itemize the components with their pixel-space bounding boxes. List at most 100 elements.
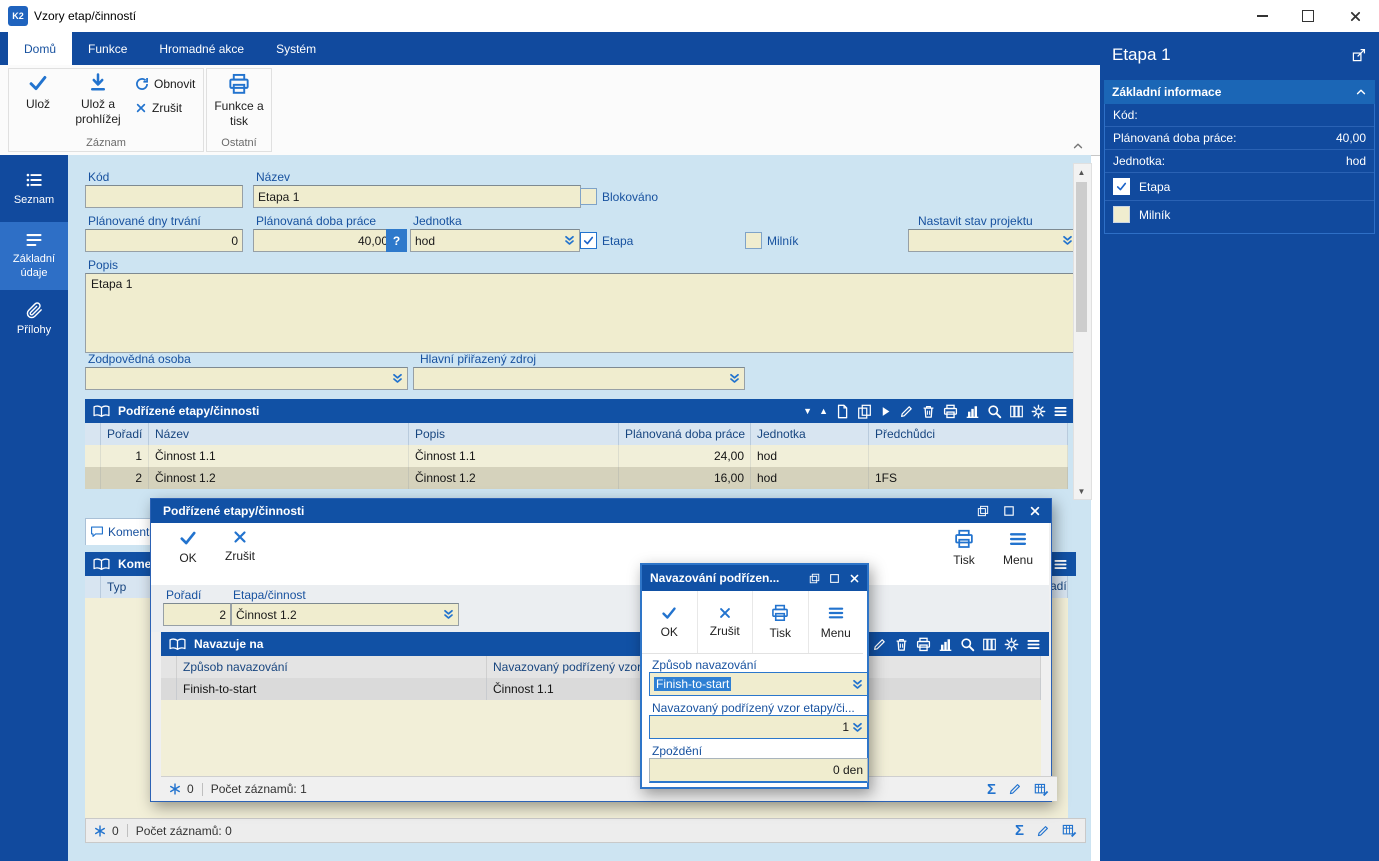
subtable-header[interactable]: Podřízené etapy/činnosti ▼ ▲: [85, 399, 1076, 423]
save-and-view-button[interactable]: Ulož a prohlížej: [67, 73, 129, 147]
menu-icon[interactable]: [1053, 557, 1068, 572]
maximize-icon[interactable]: [1003, 505, 1015, 517]
popout-icon[interactable]: [1352, 48, 1366, 62]
run-icon[interactable]: [879, 405, 892, 418]
delete-icon[interactable]: [894, 637, 909, 652]
ok-button[interactable]: OK: [165, 529, 211, 579]
caret-up-icon[interactable]: ▲: [819, 406, 828, 416]
col-popis[interactable]: Popis: [409, 423, 619, 445]
plan-dny-input[interactable]: 0: [85, 229, 243, 252]
combo-dropdown-icon[interactable]: [443, 609, 454, 620]
sum-icon[interactable]: Σ: [1015, 822, 1024, 839]
chart-icon[interactable]: [938, 637, 953, 652]
nastavit-stav-combo[interactable]: [908, 229, 1078, 252]
tab-funkce[interactable]: Funkce: [72, 32, 143, 65]
main-scrollbar[interactable]: ▲ ▼: [1073, 163, 1092, 500]
col-zpusob[interactable]: Způsob navazování: [177, 656, 487, 678]
tab-domu[interactable]: Domů: [8, 32, 73, 65]
print-icon[interactable]: [916, 637, 931, 652]
combo-dropdown-icon[interactable]: [729, 373, 740, 384]
maximize-icon[interactable]: [829, 573, 840, 584]
dialog-titlebar[interactable]: Navazování podřízen...: [642, 565, 867, 591]
save-button[interactable]: Ulož: [13, 73, 63, 133]
section-header[interactable]: Základní informace: [1104, 80, 1375, 104]
tab-hromadne-akce[interactable]: Hromadné akce: [143, 32, 260, 65]
ribbon-collapse-icon[interactable]: [1072, 140, 1084, 152]
col-jednotka[interactable]: Jednotka: [751, 423, 869, 445]
navazuje-row-selected[interactable]: Finish-to-start Činnost 1.1: [161, 678, 1041, 700]
nazev-input[interactable]: Etapa 1: [253, 185, 581, 208]
titlebar[interactable]: K2 Vzory etap/činností: [0, 0, 1379, 32]
plan-doba-input[interactable]: 40,00: [253, 229, 393, 252]
combo-dropdown-icon[interactable]: [564, 235, 575, 246]
cancel-button[interactable]: Zrušit: [215, 529, 265, 579]
print-button[interactable]: Tisk: [941, 529, 987, 579]
grid-edit-icon[interactable]: [1062, 823, 1077, 838]
col-poradi[interactable]: Pořadí▲: [101, 423, 149, 445]
col-nazev[interactable]: Název: [149, 423, 409, 445]
search-icon[interactable]: [960, 637, 975, 652]
poradi-input[interactable]: 2: [163, 603, 231, 626]
etapa-checkbox[interactable]: [580, 232, 597, 249]
new-record-icon[interactable]: [835, 404, 850, 419]
print-button[interactable]: Tisk: [753, 591, 809, 653]
sum-icon[interactable]: Σ: [987, 781, 996, 798]
table-row-selected[interactable]: 2 Činnost 1.2 Činnost 1.2 16,00 hod 1FS: [85, 467, 1068, 489]
settings-icon[interactable]: [1031, 404, 1046, 419]
print-icon[interactable]: [943, 404, 958, 419]
menu-button[interactable]: Menu: [809, 591, 864, 653]
maximize-button[interactable]: [1285, 0, 1331, 32]
help-button[interactable]: ?: [386, 229, 407, 252]
scroll-up-arrow[interactable]: ▲: [1074, 164, 1089, 180]
restore-icon[interactable]: [977, 505, 989, 517]
sidebar-item-zakladni-udaje[interactable]: Základní údaje: [0, 222, 68, 290]
edit-icon[interactable]: [899, 404, 914, 419]
blokovano-checkbox[interactable]: [580, 188, 597, 205]
milnik-checkbox[interactable]: [1113, 206, 1130, 223]
delete-icon[interactable]: [921, 404, 936, 419]
minimize-button[interactable]: [1239, 0, 1285, 32]
etapa-cinnost-combo[interactable]: Činnost 1.2: [231, 603, 459, 626]
collapse-icon[interactable]: [1355, 86, 1367, 98]
copy-record-icon[interactable]: [857, 404, 872, 419]
scrollbar-thumb[interactable]: [1076, 182, 1087, 332]
popis-textarea[interactable]: Etapa 1: [85, 273, 1080, 353]
menu-button[interactable]: Menu: [995, 529, 1041, 579]
search-icon[interactable]: [987, 404, 1002, 419]
edit-icon[interactable]: [1036, 824, 1050, 838]
chart-icon[interactable]: [965, 404, 980, 419]
close-button[interactable]: [1331, 0, 1379, 32]
refresh-button[interactable]: Obnovit: [135, 77, 195, 91]
combo-dropdown-icon[interactable]: [1062, 235, 1073, 246]
etapa-checkbox[interactable]: [1113, 178, 1130, 195]
col-doba[interactable]: Plánovaná doba práce: [619, 423, 751, 445]
menu-icon[interactable]: [1026, 637, 1041, 652]
tab-system[interactable]: Systém: [260, 32, 332, 65]
ok-button[interactable]: OK: [642, 591, 698, 653]
jednotka-combo[interactable]: hod: [410, 229, 580, 252]
settings-icon[interactable]: [1004, 637, 1019, 652]
sidebar-item-prilohy[interactable]: Přílohy: [0, 292, 68, 358]
tab-komentare[interactable]: Komentá: [85, 518, 159, 545]
hlavni-zdroj-combo[interactable]: [413, 367, 745, 390]
caret-down-icon[interactable]: ▼: [803, 406, 812, 416]
edit-icon[interactable]: [1008, 782, 1022, 796]
functions-print-button[interactable]: Funkce a tisk: [210, 73, 268, 135]
kod-input[interactable]: [85, 185, 243, 208]
columns-icon[interactable]: [982, 637, 997, 652]
cancel-button[interactable]: Zrušit: [698, 591, 753, 653]
dialog-titlebar[interactable]: Podřízené etapy/činnosti: [151, 499, 1051, 523]
edit-icon[interactable]: [872, 637, 887, 652]
zodpovedna-combo[interactable]: [85, 367, 408, 390]
zpusob-combo[interactable]: Finish-to-start: [649, 672, 868, 696]
zpozdeni-input[interactable]: 0 den: [649, 758, 868, 783]
combo-dropdown-icon[interactable]: [852, 679, 863, 690]
menu-icon[interactable]: [1053, 404, 1068, 419]
close-icon[interactable]: [849, 573, 860, 584]
close-icon[interactable]: [1029, 505, 1041, 517]
table-row[interactable]: 1 Činnost 1.1 Činnost 1.1 24,00 hod: [85, 445, 1068, 467]
cancel-button[interactable]: Zrušit: [135, 101, 182, 115]
navazuje-na-header[interactable]: Navazuje na: [161, 632, 1049, 656]
navazovany-input[interactable]: 1: [649, 715, 868, 739]
sidebar-item-seznam[interactable]: Seznam: [0, 161, 68, 227]
